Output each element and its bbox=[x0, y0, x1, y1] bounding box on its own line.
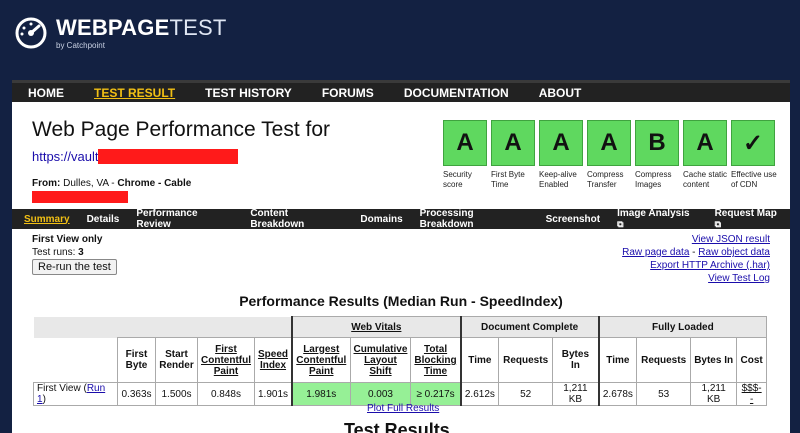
grade-strip: A Security score A First Byte Time A Kee… bbox=[443, 120, 779, 190]
raw-data-links: Raw page data - Raw object data bbox=[622, 247, 770, 258]
col-fl-requests: Requests bbox=[636, 337, 692, 383]
grade-security[interactable]: A Security score bbox=[443, 120, 491, 190]
performance-table: Web Vitals Document Complete Fully Loade… bbox=[33, 316, 768, 406]
col-lcp[interactable]: Largest Contentful Paint bbox=[291, 337, 351, 383]
grade-value[interactable]: A bbox=[587, 120, 631, 166]
plot-full-results-link[interactable]: Plot Full Results bbox=[367, 403, 439, 414]
row-label: First View (Run 1) bbox=[33, 382, 118, 406]
gauge-icon bbox=[15, 17, 47, 49]
grade-label: Keep-alive Enabled bbox=[539, 170, 577, 189]
grade-label: Effective use of CDN bbox=[731, 170, 777, 189]
cell-dc-time: 2.612s bbox=[460, 382, 500, 406]
nav-test-history[interactable]: TEST HISTORY bbox=[205, 86, 292, 100]
grade-compress-images[interactable]: B Compress Images bbox=[635, 120, 683, 190]
results-subnav: Summary Details Performance Review Conte… bbox=[12, 208, 790, 230]
col-dc-time: Time bbox=[460, 337, 500, 383]
view-json-link[interactable]: View JSON result bbox=[622, 233, 770, 246]
col-fcp[interactable]: First Contentful Paint bbox=[197, 337, 255, 383]
external-link-icon: ⧉ bbox=[714, 219, 722, 229]
grade-keep-alive[interactable]: A Keep-alive Enabled bbox=[539, 120, 587, 190]
grade-label: Compress Images bbox=[635, 170, 672, 189]
view-test-log-link[interactable]: View Test Log bbox=[622, 272, 770, 285]
col-cost: Cost bbox=[736, 337, 768, 383]
grade-value[interactable]: A bbox=[443, 120, 487, 166]
spacer bbox=[34, 317, 293, 338]
grade-cdn[interactable]: ✓ Effective use of CDN bbox=[731, 120, 779, 190]
grade-label: First Byte Time bbox=[491, 170, 525, 189]
grade-value[interactable]: B bbox=[635, 120, 679, 166]
group-document-complete: Document Complete bbox=[460, 316, 600, 338]
tab-domains[interactable]: Domains bbox=[360, 214, 402, 225]
external-link-icon: ⧉ bbox=[617, 219, 624, 229]
export-har-link[interactable]: Export HTTP Archive (.har) bbox=[622, 259, 770, 272]
cell-fcp: 0.848s bbox=[197, 382, 255, 406]
cell-start-render: 1.500s bbox=[155, 382, 198, 406]
tested-url[interactable]: https://vault bbox=[32, 149, 239, 164]
grade-first-byte[interactable]: A First Byte Time bbox=[491, 120, 539, 190]
results-panel: Web Page Performance Test for https://va… bbox=[12, 102, 790, 433]
col-speed-index[interactable]: Speed Index bbox=[253, 337, 293, 383]
cell-fl-requests: 53 bbox=[636, 382, 692, 406]
tab-screenshot[interactable]: Screenshot bbox=[546, 214, 600, 225]
cell-cost[interactable]: $$$-- bbox=[736, 382, 768, 406]
nav-home[interactable]: HOME bbox=[28, 86, 64, 100]
cell-dc-bytes: 1,211 KB bbox=[552, 382, 600, 406]
tab-image-analysis[interactable]: Image Analysis ⧉ bbox=[617, 208, 697, 230]
grade-label: Cache static content bbox=[683, 170, 728, 189]
spacer bbox=[34, 338, 118, 383]
url-text[interactable]: https://vault bbox=[32, 149, 98, 164]
export-links: View JSON result Raw page data - Raw obj… bbox=[622, 233, 770, 285]
group-web-vitals[interactable]: Web Vitals bbox=[291, 316, 462, 338]
url-redaction bbox=[98, 149, 239, 164]
cell-speed-index: 1.901s bbox=[253, 382, 293, 406]
nav-documentation[interactable]: DOCUMENTATION bbox=[404, 86, 509, 100]
nav-about[interactable]: ABOUT bbox=[539, 86, 582, 100]
tab-details[interactable]: Details bbox=[87, 214, 120, 225]
col-cls[interactable]: Cumulative Layout Shift bbox=[349, 337, 412, 383]
grade-value[interactable]: A bbox=[683, 120, 727, 166]
raw-object-data-link[interactable]: Raw object data bbox=[698, 247, 770, 258]
col-tbt[interactable]: Total Blocking Time bbox=[410, 337, 462, 383]
main-nav: HOME TEST RESULT TEST HISTORY FORUMS DOC… bbox=[12, 80, 790, 102]
col-first-byte: First Byte bbox=[117, 337, 156, 383]
cell-fl-time: 2.678s bbox=[597, 382, 638, 406]
cell-lcp: 1.981s bbox=[291, 382, 351, 406]
tab-performance-review[interactable]: Performance Review bbox=[136, 208, 233, 230]
col-start-render: Start Render bbox=[155, 337, 198, 383]
tab-summary[interactable]: Summary bbox=[24, 214, 70, 225]
test-location: From: Dulles, VA - Chrome - Cable bbox=[32, 178, 192, 189]
tab-request-map[interactable]: Request Map ⧉ bbox=[715, 208, 785, 230]
results-title: Performance Results (Median Run - SpeedI… bbox=[239, 293, 563, 309]
cell-first-byte: 0.363s bbox=[117, 382, 156, 406]
tab-content-breakdown[interactable]: Content Breakdown bbox=[250, 208, 343, 230]
cell-fl-bytes: 1,211 KB bbox=[690, 382, 738, 406]
nav-test-result[interactable]: TEST RESULT bbox=[94, 86, 175, 100]
grade-value[interactable]: A bbox=[539, 120, 583, 166]
nav-forums[interactable]: FORUMS bbox=[322, 86, 374, 100]
test-runs: Test runs: 3 bbox=[32, 247, 84, 258]
rerun-button[interactable]: Re-run the test bbox=[32, 259, 117, 275]
col-dc-requests: Requests bbox=[498, 337, 554, 383]
grade-label: Compress Transfer bbox=[587, 170, 624, 189]
tab-processing-breakdown[interactable]: Processing Breakdown bbox=[420, 208, 529, 230]
logo-subtitle: by Catchpoint bbox=[56, 40, 105, 50]
grade-compress-transfer[interactable]: A Compress Transfer bbox=[587, 120, 635, 190]
location-redaction bbox=[32, 191, 128, 203]
cell-dc-requests: 52 bbox=[498, 382, 554, 406]
logo-wordmark: WEBPAGETEST bbox=[56, 14, 227, 40]
raw-page-data-link[interactable]: Raw page data bbox=[622, 247, 689, 258]
group-fully-loaded: Fully Loaded bbox=[597, 316, 768, 338]
test-results-heading: Test Results bbox=[344, 420, 450, 433]
col-fl-bytes: Bytes In bbox=[690, 337, 738, 383]
webpagetest-logo[interactable]: WEBPAGETEST by Catchpoint bbox=[14, 16, 226, 50]
grade-value[interactable]: A bbox=[491, 120, 535, 166]
col-fl-time: Time bbox=[597, 337, 638, 383]
grade-cache-static[interactable]: A Cache static content bbox=[683, 120, 731, 190]
grade-label: Security score bbox=[443, 170, 472, 189]
col-dc-bytes: Bytes In bbox=[552, 337, 600, 383]
first-view-only-label: First View only bbox=[32, 234, 103, 245]
checkmark-icon[interactable]: ✓ bbox=[731, 120, 775, 166]
page-title: Web Page Performance Test for bbox=[32, 118, 331, 141]
